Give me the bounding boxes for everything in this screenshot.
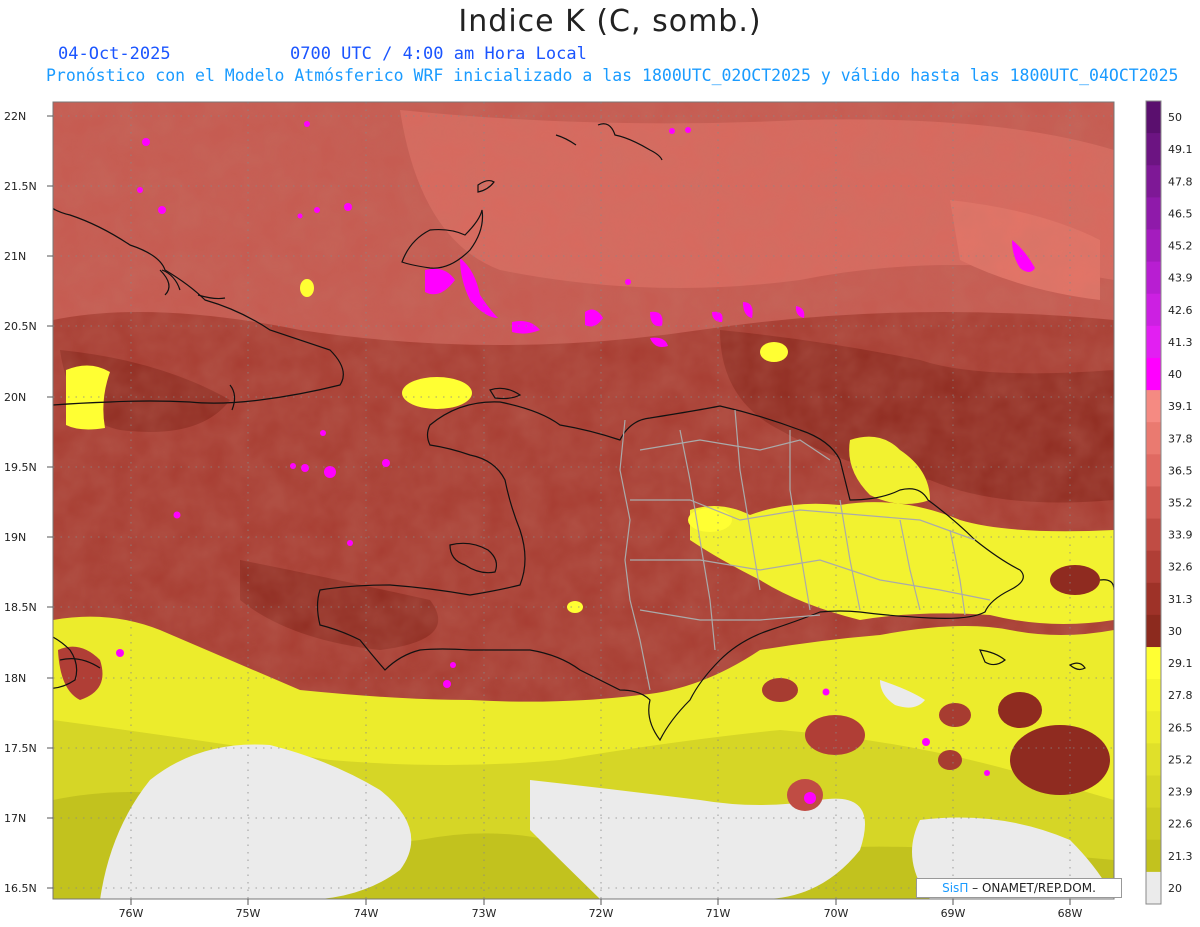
lat-label: 17N — [4, 812, 26, 825]
legend-label: 36.5 — [1168, 464, 1193, 477]
lon-label: 76W — [119, 907, 144, 920]
lon-label: 71W — [706, 907, 731, 920]
legend-label: 20 — [1168, 882, 1182, 895]
legend-swatch — [1146, 518, 1161, 552]
legend-label: 39.1 — [1168, 400, 1193, 413]
legend-label: 25.2 — [1168, 753, 1193, 766]
legend-swatch — [1146, 582, 1161, 616]
legend-swatch — [1146, 871, 1161, 905]
lon-label: 73W — [472, 907, 497, 920]
lat-label: 22N — [4, 110, 26, 123]
lat-label: 21N — [4, 250, 26, 263]
k-index-map: 22N 21.5N 21N 20.5N 20N 19.5N 19N 18.5N … — [4, 100, 1193, 920]
lat-label: 20N — [4, 391, 26, 404]
lat-label: 19N — [4, 531, 26, 544]
legend-label: 23.9 — [1168, 786, 1193, 799]
legend-label: 35.2 — [1168, 497, 1193, 510]
legend-label: 27.8 — [1168, 689, 1193, 702]
legend-label: 33.9 — [1168, 529, 1193, 542]
legend-swatch — [1146, 390, 1161, 423]
legend-label: 30 — [1168, 625, 1182, 638]
lat-label: 17.5N — [4, 742, 37, 755]
lon-label: 72W — [589, 907, 614, 920]
plot-area — [53, 102, 1114, 899]
legend-swatch — [1146, 101, 1161, 134]
legend-label: 45.2 — [1168, 240, 1193, 253]
lon-label: 69W — [941, 907, 966, 920]
legend-label: 26.5 — [1168, 721, 1193, 734]
legend-swatch — [1146, 647, 1161, 680]
legend-swatch — [1146, 839, 1161, 873]
legend-swatch — [1146, 357, 1161, 391]
lon-label: 74W — [354, 907, 379, 920]
legend-label: 22.6 — [1168, 818, 1193, 831]
legend-swatch — [1146, 229, 1161, 263]
legend-swatch — [1146, 743, 1161, 777]
lat-label: 21.5N — [4, 180, 37, 193]
lon-label: 68W — [1058, 907, 1083, 920]
legend-swatch — [1146, 261, 1161, 295]
legend-swatch — [1146, 325, 1161, 359]
credit-text: – ONAMET/REP.DOM. — [972, 881, 1096, 895]
legend-swatch — [1146, 711, 1161, 744]
legend-label: 46.5 — [1168, 207, 1193, 220]
lat-label: 19.5N — [4, 461, 37, 474]
legend-label: 21.3 — [1168, 850, 1193, 863]
color-legend: 50 49.1 47.8 46.5 45.2 43.9 42.6 41.3 40 39.1 37.8… — [1145, 100, 1193, 905]
longitude-axis: 76W 75W 74W 73W 72W 71W 70W 69W 68W — [119, 899, 1083, 920]
legend-swatch — [1146, 422, 1161, 455]
lon-label: 70W — [824, 907, 849, 920]
legend-swatch — [1146, 807, 1161, 841]
lat-label: 20.5N — [4, 320, 37, 333]
legend-swatch — [1146, 197, 1161, 230]
legend-swatch — [1146, 486, 1161, 520]
legend-swatch — [1146, 133, 1161, 166]
legend-label: 49.1 — [1168, 143, 1193, 156]
legend-label: 32.6 — [1168, 561, 1193, 574]
legend-label: 50 — [1168, 111, 1182, 124]
credit-badge: SisΠ – ONAMET/REP.DOM. — [916, 878, 1122, 898]
legend-label: 40 — [1168, 368, 1182, 381]
legend-label: 43.9 — [1168, 272, 1193, 285]
legend-swatch — [1146, 550, 1161, 584]
legend-label: 29.1 — [1168, 657, 1193, 670]
legend-swatch — [1146, 679, 1161, 712]
legend-swatch — [1146, 614, 1161, 648]
latitude-axis: 22N 21.5N 21N 20.5N 20N 19.5N 19N 18.5N … — [4, 110, 53, 895]
lon-label: 75W — [236, 907, 261, 920]
legend-label: 37.8 — [1168, 432, 1193, 445]
legend-label: 47.8 — [1168, 175, 1193, 188]
legend-swatch — [1146, 293, 1161, 327]
sispi-logo-text: SisΠ — [942, 881, 969, 895]
lat-label: 18.5N — [4, 601, 37, 614]
lat-label: 18N — [4, 672, 26, 685]
legend-label: 31.3 — [1168, 593, 1193, 606]
legend-swatch — [1146, 775, 1161, 809]
legend-swatch — [1146, 165, 1161, 198]
legend-label: 42.6 — [1168, 304, 1193, 317]
lat-label: 16.5N — [4, 882, 37, 895]
legend-swatch — [1146, 454, 1161, 487]
legend-label: 41.3 — [1168, 336, 1193, 349]
